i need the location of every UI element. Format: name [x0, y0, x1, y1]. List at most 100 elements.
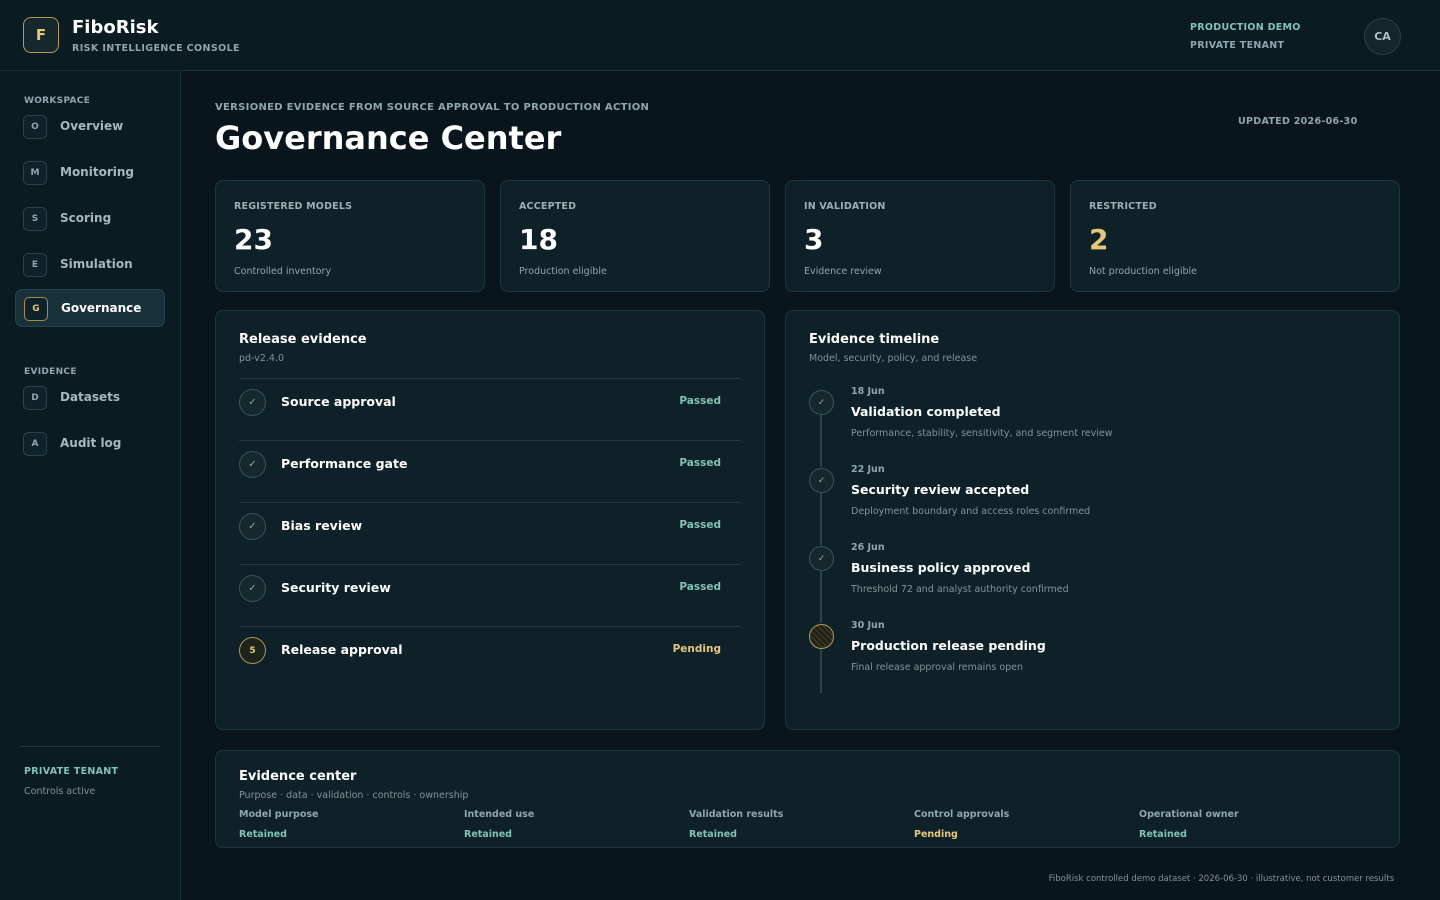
- audit-log-badge-icon: A: [23, 432, 47, 456]
- scoring-badge-icon: S: [23, 207, 47, 231]
- check-icon: ✓: [239, 451, 266, 478]
- evidence-label: Security review: [281, 580, 391, 595]
- evidence-item-label: Operational owner: [1139, 809, 1239, 820]
- timeline-event-description: Deployment boundary and access roles con…: [851, 506, 1091, 517]
- sidebar-section-evidence: EVIDENCE: [24, 367, 77, 377]
- panel-title: Release evidence: [239, 332, 367, 347]
- simulation-badge-icon: E: [23, 253, 47, 277]
- sidebar-item-label: Datasets: [60, 390, 121, 404]
- evidence-item-status: Retained: [239, 829, 287, 840]
- sidebar-item-label: Monitoring: [60, 165, 134, 179]
- evidence-item-label: Validation results: [689, 809, 784, 820]
- datasets-badge-icon: D: [23, 386, 47, 410]
- timeline-connector: [820, 571, 822, 623]
- stat-note: Not production eligible: [1089, 266, 1198, 277]
- brand-name: FiboRisk: [72, 17, 159, 38]
- stat-value: 23: [234, 223, 273, 256]
- stat-card-in-validation: IN VALIDATION 3 Evidence review: [785, 180, 1055, 292]
- timeline-event-title[interactable]: Security review accepted: [851, 482, 1029, 497]
- evidence-row-security-review[interactable]: ✓ Security review Passed: [239, 564, 741, 626]
- evidence-item-status: Pending: [914, 829, 958, 840]
- evidence-label: Performance gate: [281, 456, 408, 471]
- brand-logo[interactable]: F: [23, 17, 59, 53]
- evidence-row-source-approval[interactable]: ✓ Source approval Passed: [239, 378, 741, 440]
- sidebar-item-label: Audit log: [60, 436, 122, 450]
- sidebar-item-simulation[interactable]: E Simulation: [15, 246, 165, 284]
- status-badge: Passed: [679, 457, 721, 469]
- stat-note: Controlled inventory: [234, 266, 332, 277]
- panel-title: Evidence timeline: [809, 332, 940, 347]
- panel-subtitle: Model, security, policy, and release: [809, 353, 978, 364]
- stat-card-restricted: RESTRICTED 2 Not production eligible: [1070, 180, 1400, 292]
- page-title: Governance Center: [215, 119, 562, 157]
- evidence-item-status: Retained: [464, 829, 512, 840]
- check-icon: ✓: [239, 513, 266, 540]
- status-badge: Passed: [679, 395, 721, 407]
- timeline-event-title[interactable]: Business policy approved: [851, 560, 1030, 575]
- stat-card-registered-models: REGISTERED MODELS 23 Controlled inventor…: [215, 180, 485, 292]
- status-badge: Passed: [679, 519, 721, 531]
- sidebar-item-datasets[interactable]: D Datasets: [15, 379, 165, 417]
- sidebar-item-governance[interactable]: G Governance: [15, 289, 165, 327]
- evidence-row-bias-review[interactable]: ✓ Bias review Passed: [239, 502, 741, 564]
- footnote: FiboRisk controlled demo dataset · 2026-…: [1048, 874, 1394, 884]
- sidebar-item-overview[interactable]: O Overview: [15, 108, 165, 146]
- check-icon: ✓: [239, 575, 266, 602]
- stat-label: IN VALIDATION: [804, 201, 886, 212]
- stat-note: Production eligible: [519, 266, 607, 277]
- tenant-status-subtitle: Controls active: [24, 786, 96, 797]
- user-avatar[interactable]: CA: [1364, 18, 1401, 55]
- timeline-connector: [820, 415, 822, 467]
- evidence-row-performance-gate[interactable]: ✓ Performance gate Passed: [239, 440, 741, 502]
- step-5-icon: 5: [239, 637, 266, 664]
- evidence-item-control-approvals[interactable]: Control approvals Pending: [914, 809, 1134, 840]
- evidence-item-label: Intended use: [464, 809, 535, 820]
- timeline-connector: [820, 493, 822, 545]
- evidence-row-release-approval[interactable]: 5 Release approval Pending: [239, 626, 741, 688]
- monitoring-badge-icon: M: [23, 161, 47, 185]
- check-icon: ✓: [809, 546, 834, 571]
- timeline-date: 18 Jun: [851, 386, 885, 397]
- evidence-timeline-panel: Evidence timeline Model, security, polic…: [785, 310, 1400, 730]
- stat-value: 2: [1089, 223, 1109, 256]
- timeline-event-description: Final release approval remains open: [851, 662, 1024, 673]
- evidence-item-status: Retained: [1139, 829, 1187, 840]
- evidence-item-operational-owner[interactable]: Operational owner Retained: [1139, 809, 1359, 840]
- evidence-label: Release approval: [281, 642, 403, 657]
- panel-title: Evidence center: [239, 769, 357, 784]
- timeline-date: 26 Jun: [851, 542, 885, 553]
- pending-dot-icon: [809, 624, 834, 649]
- release-evidence-panel: Release evidence pd-v2.4.0 ✓ Source appr…: [215, 310, 765, 730]
- timeline-event-title[interactable]: Validation completed: [851, 404, 1001, 419]
- sidebar-item-monitoring[interactable]: M Monitoring: [15, 154, 165, 192]
- evidence-item-model-purpose[interactable]: Model purpose Retained: [239, 809, 459, 840]
- status-badge: Passed: [679, 581, 721, 593]
- check-icon: ✓: [809, 390, 834, 415]
- sidebar-item-scoring[interactable]: S Scoring: [15, 200, 165, 238]
- timeline-event-title[interactable]: Production release pending: [851, 638, 1046, 653]
- tenant-label: PRIVATE TENANT: [1190, 40, 1285, 51]
- sidebar-item-label: Overview: [60, 119, 124, 133]
- timeline-event-description: Threshold 72 and analyst authority confi…: [851, 584, 1069, 595]
- stat-label: RESTRICTED: [1089, 201, 1157, 212]
- sidebar-item-label: Scoring: [60, 211, 112, 225]
- sidebar-item-audit-log[interactable]: A Audit log: [15, 425, 165, 463]
- stat-label: ACCEPTED: [519, 201, 577, 212]
- stat-label: REGISTERED MODELS: [234, 201, 353, 212]
- top-bar: F FiboRisk RISK INTELLIGENCE CONSOLE PRO…: [0, 0, 1440, 71]
- check-icon: ✓: [809, 468, 834, 493]
- evidence-item-intended-use[interactable]: Intended use Retained: [464, 809, 684, 840]
- page-eyebrow: VERSIONED EVIDENCE FROM SOURCE APPROVAL …: [215, 102, 650, 113]
- timeline-date: 30 Jun: [851, 620, 885, 631]
- stat-value: 3: [804, 223, 824, 256]
- evidence-item-label: Model purpose: [239, 809, 319, 820]
- sidebar-item-label: Governance: [61, 301, 142, 315]
- timeline-date: 22 Jun: [851, 464, 885, 475]
- evidence-item-validation-results[interactable]: Validation results Retained: [689, 809, 909, 840]
- evidence-label: Source approval: [281, 394, 396, 409]
- sidebar-item-label: Simulation: [60, 257, 133, 271]
- environment-label: PRODUCTION DEMO: [1190, 22, 1301, 33]
- sidebar-section-workspace: WORKSPACE: [24, 96, 91, 106]
- stat-value: 18: [519, 223, 558, 256]
- brand-subtitle: RISK INTELLIGENCE CONSOLE: [72, 43, 240, 54]
